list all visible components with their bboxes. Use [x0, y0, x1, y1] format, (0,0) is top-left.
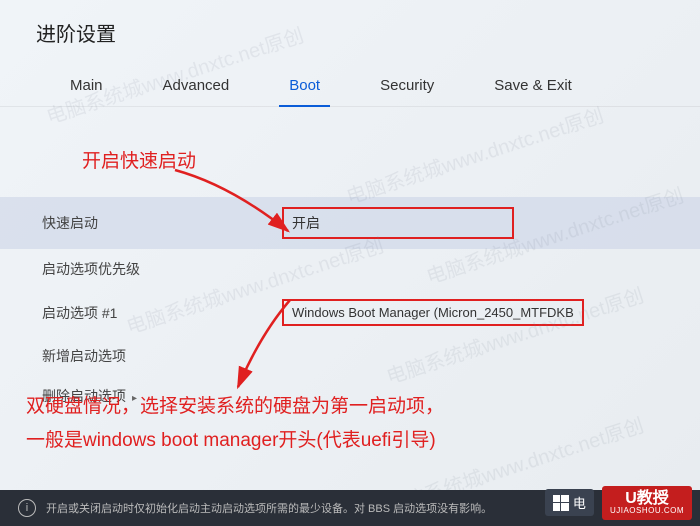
fast-boot-label: 快速启动: [42, 213, 282, 233]
tab-security[interactable]: Security: [350, 65, 464, 106]
page-title: 进阶设置: [0, 0, 700, 55]
row-boot-option-1[interactable]: 启动选项 #1 Windows Boot Manager (Micron_245…: [0, 289, 700, 336]
boot-option-1-value: Windows Boot Manager (Micron_2450_MTFDKB: [292, 305, 574, 320]
tab-boot[interactable]: Boot: [259, 65, 350, 106]
brand-logos: 电 U教授 UJIAOSHOU.COM: [545, 486, 692, 520]
info-icon: i: [18, 499, 36, 517]
fast-boot-value-box: 开启: [282, 207, 514, 239]
row-add-boot-option[interactable]: 新增启动选项: [0, 336, 700, 376]
footer-help-text: 开启或关闭启动时仅初始化启动主动启动选项所需的最少设备。对 BBS 启动选项没有…: [46, 500, 492, 516]
row-boot-priority: 启动选项优先级: [0, 249, 700, 289]
tab-main[interactable]: Main: [40, 65, 133, 106]
annotation-dual-disk: 双硬盘情况，选择安装系统的硬盘为第一启动项， 一般是windows boot m…: [26, 390, 444, 458]
fast-boot-value: 开启: [292, 215, 320, 231]
watermark: 电脑系统城www.dnxtc.net原创: [342, 99, 607, 210]
row-fast-boot[interactable]: 快速启动 开启: [0, 197, 700, 249]
boot-priority-label: 启动选项优先级: [42, 259, 282, 279]
boot-option-1-value-box: Windows Boot Manager (Micron_2450_MTFDKB: [282, 299, 584, 326]
annotation-fast-boot: 开启快速启动: [82, 146, 196, 173]
tab-save-exit[interactable]: Save & Exit: [464, 65, 602, 106]
settings-panel: 快速启动 开启 启动选项优先级 启动选项 #1 Windows Boot Man…: [0, 197, 700, 416]
add-boot-option-label: 新增启动选项: [42, 346, 282, 366]
tab-bar: Main Advanced Boot Security Save & Exit: [0, 55, 700, 107]
brand-right-logo: U教授 UJIAOSHOU.COM: [602, 486, 692, 520]
tab-advanced[interactable]: Advanced: [133, 65, 260, 106]
boot-option-1-label: 启动选项 #1: [42, 303, 282, 323]
brand-left-logo: 电: [545, 489, 594, 516]
